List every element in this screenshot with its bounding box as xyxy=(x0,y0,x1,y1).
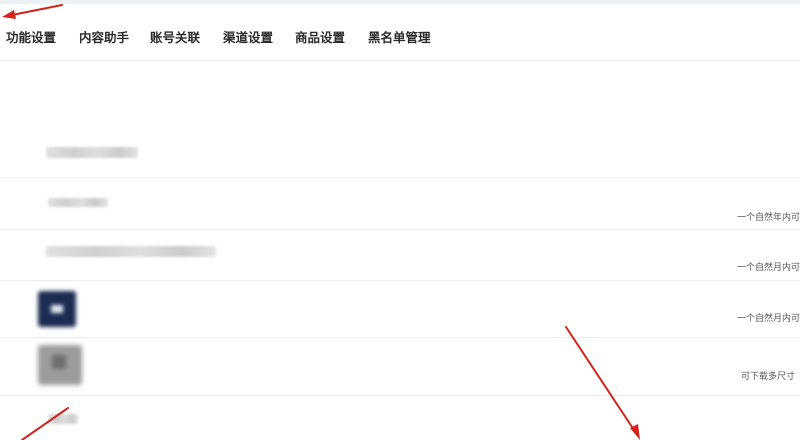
blurred-setting-name xyxy=(48,414,78,424)
annotation-arrow-icon xyxy=(21,407,69,440)
blurred-image-thumbnail xyxy=(38,291,76,327)
tab-content-assistant[interactable]: 内容助手 xyxy=(79,27,129,46)
settings-row-2: 一个自然年内可 xyxy=(0,177,800,230)
blurred-image-thumbnail xyxy=(38,345,82,385)
blurred-setting-name xyxy=(48,198,108,207)
settings-row-1 xyxy=(0,125,800,178)
tab-product-settings[interactable]: 商品设置 xyxy=(295,27,345,46)
blurred-setting-name xyxy=(46,147,138,158)
tab-feature-settings[interactable]: 功能设置 xyxy=(6,27,56,46)
tab-account-linking[interactable]: 账号关联 xyxy=(150,27,200,46)
settings-row-3: 一个自然月内可 xyxy=(0,229,800,281)
row-note: 一个自然月内可 xyxy=(736,263,800,273)
row-note: 一个自然年内可 xyxy=(736,213,800,223)
tab-channel-settings[interactable]: 渠道设置 xyxy=(223,27,273,46)
tab-blacklist-management[interactable]: 黑名单管理 xyxy=(368,27,431,46)
settings-row-5: 可下载多尺寸 xyxy=(0,337,800,396)
row-note: 一个自然月内可 xyxy=(736,314,800,324)
row-note: 可下载多尺寸 xyxy=(740,372,795,382)
blurred-setting-name xyxy=(46,246,216,257)
settings-tab-bar: 功能设置 内容助手 账号关联 渠道设置 商品设置 黑名单管理 xyxy=(0,4,800,61)
settings-row-4: 一个自然月内可 xyxy=(0,280,800,338)
